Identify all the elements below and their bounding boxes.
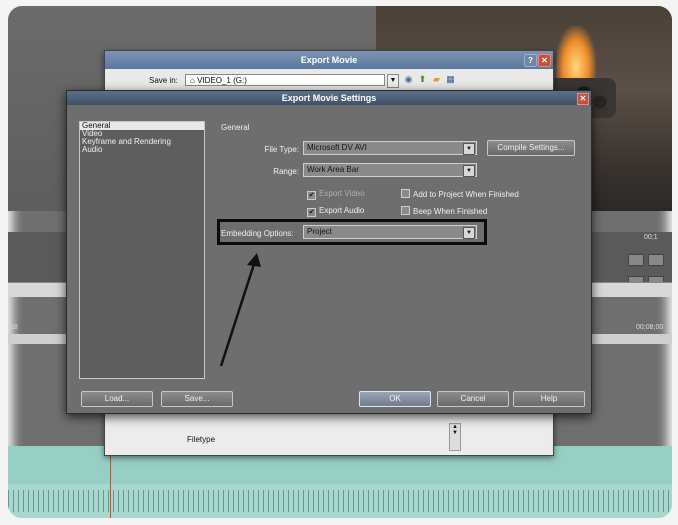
audio-waveform (8, 490, 672, 512)
load-button[interactable]: Load... (81, 391, 153, 407)
drive-icon: ⌂ (190, 76, 198, 85)
export-video-label: Export Video (319, 189, 365, 198)
checkbox-box (401, 206, 410, 215)
check-icon: ✔ (307, 208, 316, 217)
dialog-titlebar: Export Movie Settings ✕ (67, 91, 591, 105)
export-audio-label: Export Audio (319, 206, 365, 215)
save-in-label: Save in: (149, 76, 178, 85)
transport-button[interactable] (648, 254, 664, 266)
close-icon[interactable]: ✕ (577, 93, 589, 105)
export-movie-settings-dialog: Export Movie Settings ✕ General Video Ke… (66, 90, 592, 414)
playhead[interactable] (110, 446, 111, 518)
range-select[interactable]: Work Area Bar ▼ (303, 163, 477, 177)
view-menu-icon[interactable]: ▦ (445, 74, 456, 85)
export-movie-title: Export Movie (300, 55, 358, 65)
annotation-arrow (219, 253, 261, 367)
category-list[interactable]: General Video Keyframe and Rendering Aud… (79, 121, 205, 379)
cancel-button[interactable]: Cancel (437, 391, 509, 407)
category-item-audio[interactable]: Audio (80, 146, 204, 154)
checkbox-box (401, 189, 410, 198)
range-value: Work Area Bar (307, 165, 359, 174)
export-video-checkbox: ✔ Export Video (307, 189, 365, 200)
export-movie-titlebar: Export Movie ? ✕ (105, 51, 553, 69)
chevron-down-icon: ▼ (463, 165, 475, 177)
embedding-options-highlight-box (217, 219, 487, 245)
beep-when-finished-checkbox[interactable]: Beep When Finished (401, 206, 487, 216)
compile-settings-button[interactable]: Compile Settings... (487, 140, 575, 156)
add-to-project-label: Add to Project When Finished (413, 190, 519, 199)
timecode-readout: 00;1 (644, 234, 658, 241)
up-folder-icon[interactable]: ⬆ (417, 74, 428, 85)
file-type-label: File Type: (264, 145, 299, 154)
range-label: Range: (273, 167, 299, 176)
preview-fire (556, 26, 596, 84)
section-label: General (221, 123, 250, 132)
export-audio-checkbox[interactable]: ✔ Export Audio (307, 206, 364, 217)
chevron-down-icon: ▼ (463, 143, 475, 155)
back-icon[interactable]: ◉ (403, 74, 414, 85)
save-in-row: Save in: ⌂ VIDEO_1 (G:) ▼ ◉ ⬆ ▰ ▦ (105, 71, 551, 91)
export-movie-footer (105, 413, 551, 455)
ok-button[interactable]: OK (359, 391, 431, 407)
scrollbar[interactable]: ▲ ▼ (449, 423, 461, 451)
save-in-value: VIDEO_1 (G:) (197, 76, 247, 85)
beep-label: Beep When Finished (413, 207, 488, 216)
file-type-value: Microsoft DV AVI (307, 143, 367, 152)
help-icon[interactable]: ? (524, 54, 537, 67)
dialog-title: Export Movie Settings (281, 93, 377, 103)
timecode-readout: 00;08;00 (636, 324, 664, 331)
screenshot-frame: 00;1 00;08;00 18 Export Movie ? ✕ Save i… (8, 6, 672, 518)
save-in-select[interactable]: ⌂ VIDEO_1 (G:) (185, 74, 385, 86)
new-folder-icon[interactable]: ▰ (431, 74, 442, 85)
close-icon[interactable]: ✕ (538, 54, 551, 67)
save-button[interactable]: Save... (161, 391, 233, 407)
add-to-project-checkbox[interactable]: Add to Project When Finished (401, 189, 519, 199)
help-button[interactable]: Help (513, 391, 585, 407)
chevron-down-icon[interactable]: ▼ (387, 74, 399, 88)
filetype-label: Filetype (187, 435, 216, 444)
check-icon: ✔ (307, 191, 316, 200)
file-type-select[interactable]: Microsoft DV AVI ▼ (303, 141, 477, 155)
transport-button[interactable] (628, 254, 644, 266)
timecode-readout: 18 (10, 324, 18, 331)
